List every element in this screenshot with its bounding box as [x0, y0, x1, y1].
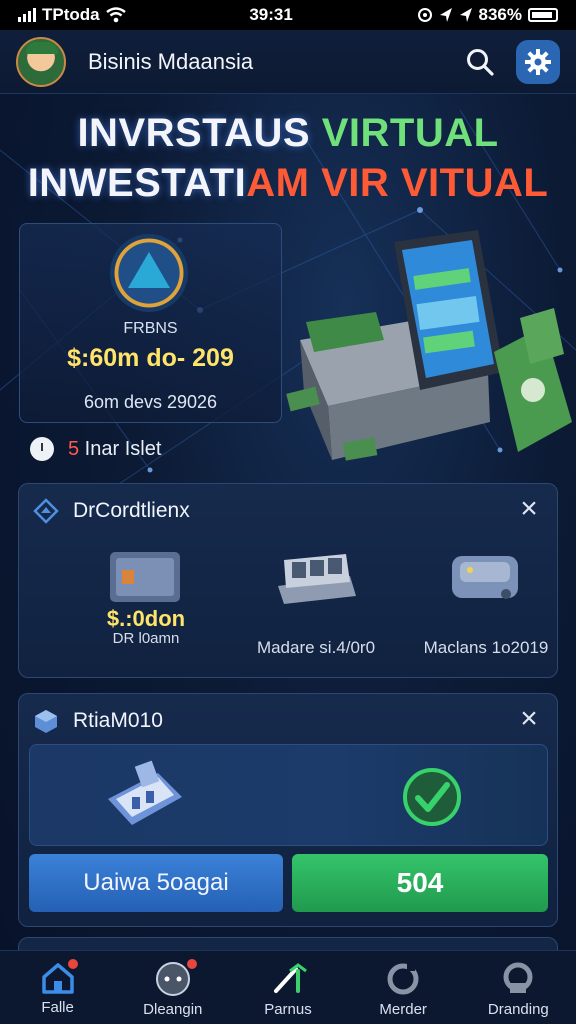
- hero-line-1-part-a: INVRSTAUS: [77, 111, 322, 155]
- products-panel-header: DrCordtlienx: [33, 498, 190, 524]
- carrier-label: TPtoda: [42, 5, 100, 24]
- product-item[interactable]: Maclans 1o2019: [401, 546, 571, 658]
- navigation-icon: [459, 8, 472, 22]
- product-price: $.:0don: [106, 606, 186, 631]
- alarm-icon: [417, 8, 432, 22]
- safe-box-icon: [110, 552, 180, 602]
- nav-label: Dranding: [487, 1001, 549, 1018]
- primary-action-button[interactable]: Uaiwa 5oagai: [29, 854, 283, 912]
- hero-line-2-part-a: INWESTATI: [27, 161, 247, 205]
- confirm-value-button[interactable]: 504: [292, 854, 548, 912]
- bottom-nav: Falle Dleangin Parnus Merder Dranding: [0, 950, 576, 1024]
- clock-time: 39:31: [249, 5, 293, 24]
- nav-label: Merder: [379, 1001, 427, 1018]
- gear-icon: [525, 48, 551, 75]
- app-header: Bisinis Mdaansia: [0, 30, 576, 94]
- wifi-icon: [105, 7, 126, 23]
- tools-icon: [273, 963, 307, 993]
- product-item[interactable]: $.:0don DR l0amn: [61, 546, 231, 647]
- action-panel-title: RtiaM010: [73, 709, 163, 732]
- nav-item-tools[interactable]: Parnus: [230, 951, 345, 1024]
- hero-title: INVRSTAUS VIRTUAL INWESTATIAM VIR VITUAL: [0, 108, 576, 208]
- notification-badge: [185, 957, 200, 971]
- signal-icon: [18, 8, 36, 22]
- hero-line-2: INWESTATIAM VIR VITUAL: [0, 158, 576, 208]
- avatar[interactable]: [16, 36, 66, 87]
- pyramid-badge-icon: [110, 234, 188, 312]
- nav-item-home[interactable]: Falle: [0, 951, 115, 1024]
- nav-item-branding[interactable]: Dranding: [461, 951, 576, 1024]
- close-button[interactable]: ×: [515, 494, 543, 524]
- clock-icon: [30, 437, 54, 461]
- checkmark-icon: [403, 768, 461, 826]
- live-label: Inar Islet: [79, 437, 162, 460]
- laptop-money-illustration: [286, 230, 572, 461]
- verification-box: [29, 744, 548, 846]
- product-list: $.:0don DR l0amn Madare si.4/0r0 Maclans…: [19, 546, 557, 666]
- close-button[interactable]: ×: [515, 704, 543, 734]
- battery-percent: 836%: [478, 5, 522, 24]
- live-count: 5: [68, 437, 80, 460]
- action-panel: RtiaM010 × Uaiwa 5oagai 504: [18, 693, 558, 927]
- close-icon: ×: [520, 702, 538, 735]
- live-status-row: 5 Inar Islet: [30, 437, 161, 461]
- investment-info-card[interactable]: FRBNS $:60m do- 209 6om devs 29026: [19, 223, 282, 423]
- products-panel-title: DrCordtlienx: [73, 499, 190, 522]
- battery-icon: [527, 8, 558, 22]
- nav-label: Parnus: [264, 1001, 312, 1018]
- hero-line-1-part-b: VIRTUAL: [321, 111, 499, 155]
- product-name: Maclans 1o2019: [423, 638, 549, 657]
- bag-icon: [503, 962, 533, 993]
- cube-icon: [33, 708, 59, 734]
- live-status-text: 5 Inar Islet: [68, 438, 161, 461]
- card-amount: $:60m do- 209: [67, 344, 234, 372]
- device-box-icon: [452, 556, 518, 599]
- nav-item-chat[interactable]: Dleangin: [115, 951, 230, 1024]
- search-button[interactable]: [458, 40, 502, 84]
- page-title: Bisinis Mdaansia: [88, 48, 254, 74]
- search-icon: [467, 48, 494, 76]
- hero-line-1: INVRSTAUS VIRTUAL: [0, 108, 576, 158]
- nav-item-refresh[interactable]: Merder: [346, 951, 461, 1024]
- notification-badge: [66, 957, 80, 971]
- shield-icon: [33, 498, 59, 524]
- status-right: 836%: [417, 5, 558, 25]
- location-icon: [439, 8, 452, 22]
- products-panel: DrCordtlienx × $.:0don DR l0amn Madare s…: [18, 483, 558, 678]
- nav-label: Falle: [41, 999, 74, 1016]
- hero-line-2-part-c: VIR VITUAL: [321, 161, 549, 205]
- settings-button[interactable]: [516, 39, 560, 84]
- refresh-icon: [387, 963, 419, 995]
- product-item[interactable]: Madare si.4/0r0: [231, 546, 401, 658]
- status-bar: TPtoda 39:31 836%: [0, 0, 576, 30]
- close-icon: ×: [520, 492, 538, 525]
- pos-terminal-icon: [278, 554, 356, 604]
- product-name: Madare si.4/0r0: [256, 638, 376, 657]
- card-subtitle: 6om devs 29026: [83, 392, 218, 412]
- status-left: TPtoda: [18, 5, 126, 25]
- action-panel-header: RtiaM010: [33, 708, 163, 734]
- product-name: DR l0amn: [112, 630, 180, 647]
- nav-label: Dleangin: [143, 1001, 203, 1018]
- card-reader-icon: [108, 760, 182, 825]
- card-label: FRBNS: [123, 320, 178, 337]
- hero-line-2-part-b: AM: [246, 161, 322, 205]
